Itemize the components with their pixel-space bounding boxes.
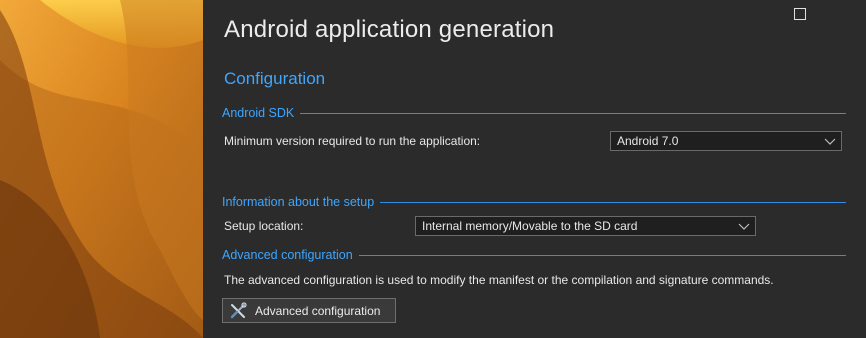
min-version-value: Android 7.0 — [617, 134, 679, 148]
group-divider — [300, 112, 846, 114]
section-title: Configuration — [224, 69, 326, 88]
close-button[interactable] — [830, 2, 852, 24]
chevron-down-icon — [738, 223, 750, 230]
group-setup-label: Information about the setup — [222, 195, 375, 209]
side-artwork — [0, 0, 203, 338]
advanced-configuration-button-label: Advanced configuration — [255, 303, 381, 318]
group-divider — [358, 254, 846, 256]
page-title: Android application generation — [224, 16, 555, 43]
group-android-sdk: Android SDK — [222, 104, 846, 122]
advanced-description: The advanced configuration is used to mo… — [224, 273, 774, 287]
content-panel — [203, 0, 866, 338]
chevron-down-icon — [824, 138, 836, 145]
advanced-configuration-button[interactable]: Advanced configuration — [222, 298, 396, 323]
maximize-icon[interactable] — [794, 8, 806, 20]
group-divider — [380, 201, 846, 203]
group-advanced: Advanced configuration — [222, 246, 846, 264]
group-android-sdk-label: Android SDK — [222, 106, 295, 120]
setup-location-label: Setup location: — [224, 219, 304, 233]
min-version-label: Minimum version required to run the appl… — [224, 134, 481, 148]
setup-location-select[interactable]: Internal memory/Movable to the SD card — [415, 216, 756, 236]
group-advanced-label: Advanced configuration — [222, 248, 353, 262]
setup-location-value: Internal memory/Movable to the SD card — [422, 219, 638, 233]
group-setup: Information about the setup — [222, 193, 846, 211]
min-version-select[interactable]: Android 7.0 — [610, 131, 842, 151]
tools-icon — [230, 301, 247, 318]
